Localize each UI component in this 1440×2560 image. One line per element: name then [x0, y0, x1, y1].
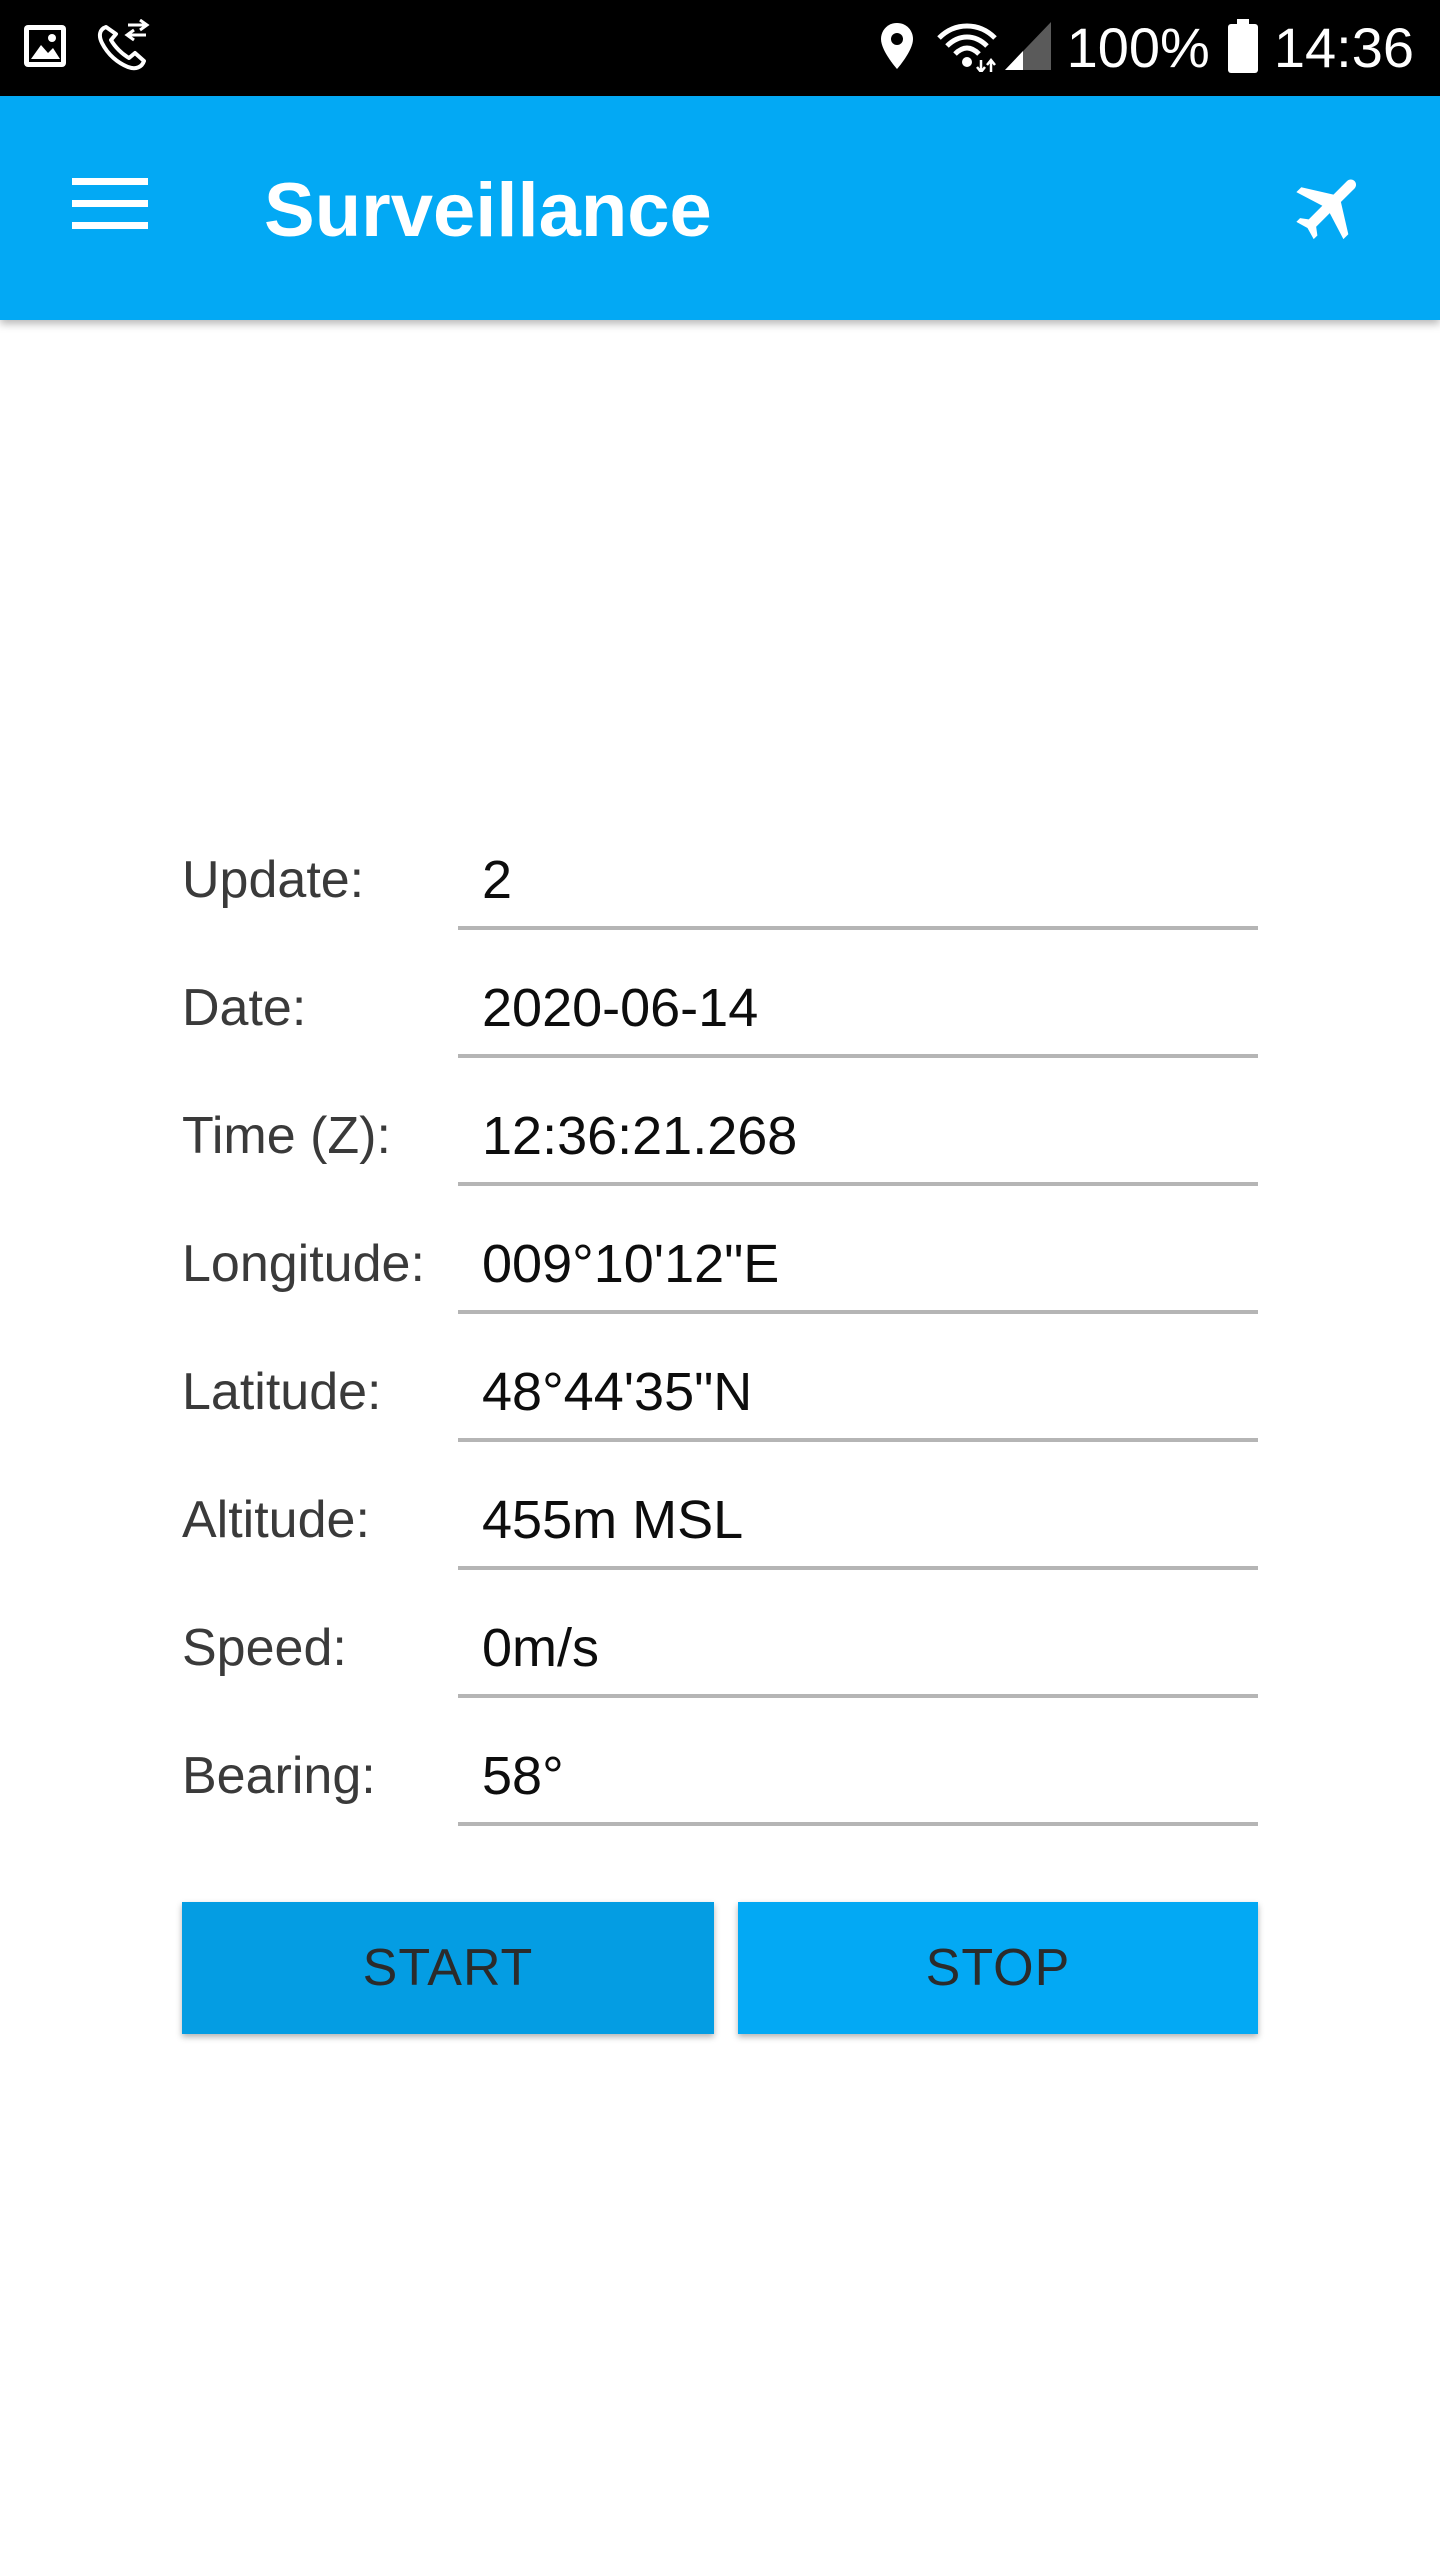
start-button[interactable]: START: [182, 1902, 714, 2034]
date-value: 2020-06-14: [482, 978, 759, 1038]
bearing-label: Bearing:: [182, 1747, 376, 1805]
time-label: Time (Z):: [182, 1107, 391, 1165]
stop-button[interactable]: STOP: [738, 1902, 1258, 2034]
time-value: 12:36:21.268: [482, 1106, 798, 1166]
longitude-value: 009°10'12"E: [482, 1234, 780, 1294]
update-value: 2: [482, 850, 513, 910]
field-row-time: Time (Z): 12:36:21.268: [0, 1086, 1440, 1214]
field-row-update: Update: 2: [0, 830, 1440, 958]
time-field[interactable]: 12:36:21.268: [458, 1086, 1258, 1186]
date-field[interactable]: 2020-06-14: [458, 958, 1258, 1058]
field-row-longitude: Longitude: 009°10'12"E: [0, 1214, 1440, 1342]
field-row-speed: Speed: 0m/s: [0, 1598, 1440, 1726]
field-row-latitude: Latitude: 48°44'35"N: [0, 1342, 1440, 1470]
altitude-field[interactable]: 455m MSL: [458, 1470, 1258, 1570]
airplane-button[interactable]: [1276, 154, 1386, 264]
latitude-value: 48°44'35"N: [482, 1362, 753, 1422]
field-row-date: Date: 2020-06-14: [0, 958, 1440, 1086]
field-row-altitude: Altitude: 455m MSL: [0, 1470, 1440, 1598]
longitude-field[interactable]: 009°10'12"E: [458, 1214, 1258, 1314]
page-title: Surveillance: [264, 168, 712, 253]
app-screen: 100% 14:36 Surveillance Update: 2 Date: …: [0, 0, 1440, 2560]
date-label: Date:: [182, 979, 307, 1037]
speed-field[interactable]: 0m/s: [458, 1598, 1258, 1698]
bearing-value: 58°: [482, 1746, 564, 1806]
altitude-label: Altitude:: [182, 1491, 370, 1549]
airplane-icon: [1289, 165, 1373, 254]
app-bar: Surveillance: [0, 96, 1440, 320]
bearing-field[interactable]: 58°: [458, 1726, 1258, 1826]
field-row-bearing: Bearing: 58°: [0, 1726, 1440, 1854]
surveillance-form: Update: 2 Date: 2020-06-14 Time (Z): 12:…: [0, 0, 1440, 2560]
update-label: Update:: [182, 851, 365, 909]
altitude-value: 455m MSL: [482, 1490, 744, 1550]
latitude-label: Latitude:: [182, 1363, 382, 1421]
hamburger-menu-icon: [72, 174, 148, 239]
latitude-field[interactable]: 48°44'35"N: [458, 1342, 1258, 1442]
menu-button[interactable]: [52, 156, 168, 256]
speed-label: Speed:: [182, 1619, 347, 1677]
update-field[interactable]: 2: [458, 830, 1258, 930]
speed-value: 0m/s: [482, 1618, 600, 1678]
longitude-label: Longitude:: [182, 1235, 425, 1293]
